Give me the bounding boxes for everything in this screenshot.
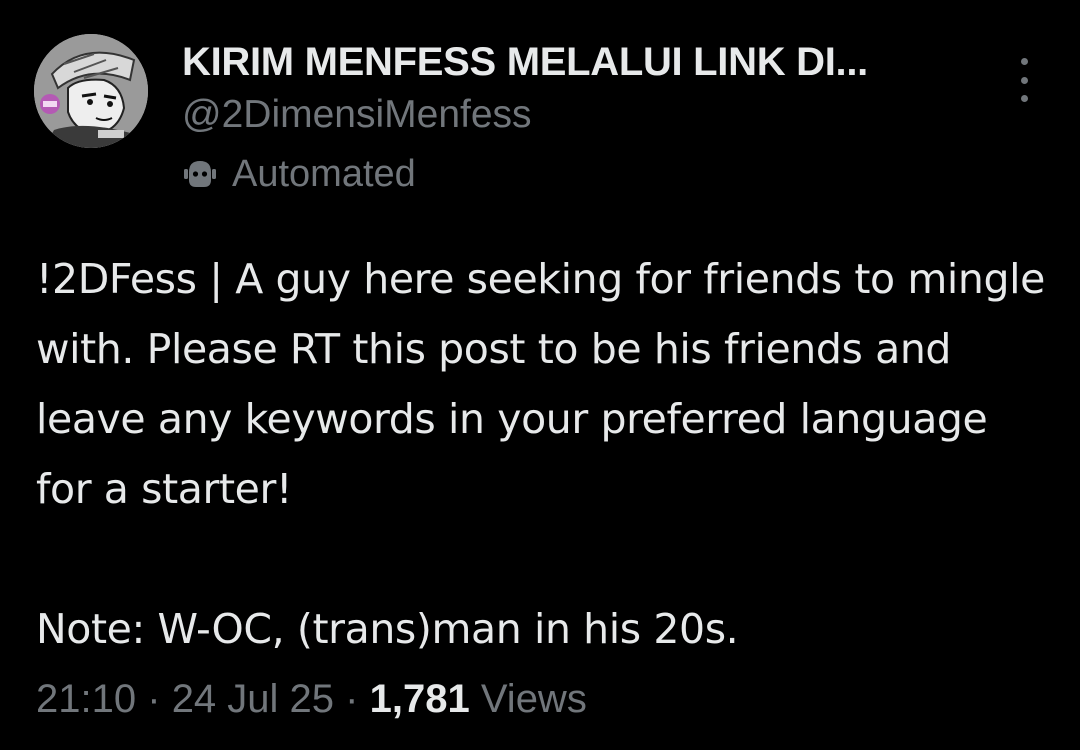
- views-count: 1,781: [369, 677, 470, 721]
- views-link[interactable]: 1,781 Views: [370, 677, 587, 721]
- bot-icon: [180, 154, 220, 194]
- more-dot: [1020, 58, 1028, 65]
- tweet-time-link[interactable]: 21:10 · 24 Jul 25: [36, 677, 334, 721]
- more-dot: [1020, 76, 1028, 84]
- automated-label[interactable]: Automated: [180, 150, 416, 198]
- profile-avatar[interactable]: [34, 34, 148, 148]
- avatar-image: [34, 34, 148, 148]
- tweet-card: KIRIM MENFESS MELALUI LINK DI... @2Dimen…: [0, 0, 1080, 750]
- meta-separator: ·: [147, 677, 161, 721]
- meta-separator: ·: [345, 677, 359, 721]
- tweet-date: 24 Jul 25: [171, 677, 335, 721]
- more-dot: [1020, 95, 1028, 102]
- automated-label-text: Automated: [232, 152, 416, 195]
- account-display-name[interactable]: KIRIM MENFESS MELALUI LINK DI...: [182, 38, 868, 86]
- account-handle[interactable]: @2DimensiMenfess: [182, 92, 532, 138]
- tweet-time: 21:10: [36, 677, 137, 721]
- views-label: Views: [480, 677, 587, 721]
- more-vertical-icon[interactable]: [1004, 58, 1044, 102]
- tweet-text: !2DFess | A guy here seeking for friends…: [36, 255, 1045, 653]
- tweet-meta: 21:10 · 24 Jul 25 · 1,781 Views: [36, 673, 587, 725]
